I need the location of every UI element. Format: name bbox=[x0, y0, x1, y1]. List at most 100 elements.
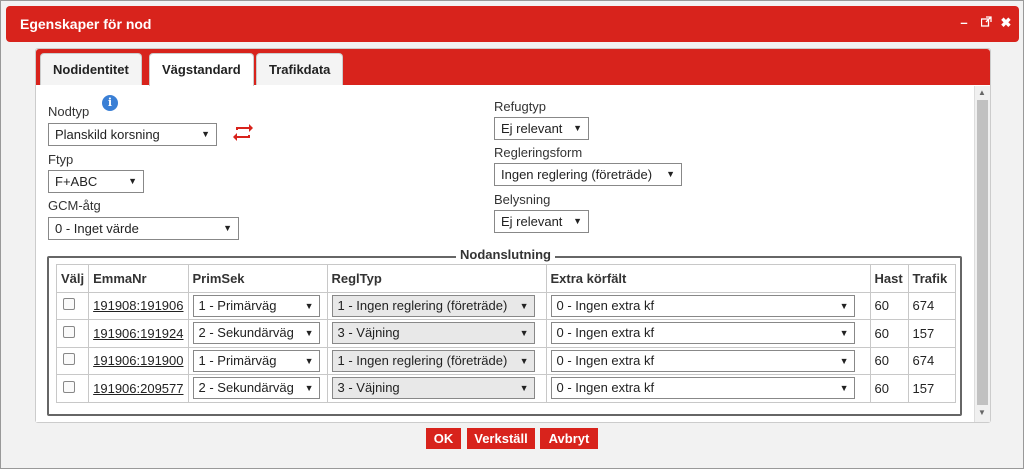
regltyp-select[interactable]: 1 - Ingen reglering (företräde) ▼ bbox=[331, 294, 535, 317]
trafik-cell: 674 bbox=[907, 291, 956, 320]
table-body: 191908:191906 1 - Primärväg ▼ 1 - Ingen r… bbox=[55, 291, 956, 403]
extra-korfalt-value: 0 - Ingen extra kf bbox=[556, 380, 655, 396]
extra-korfalt-value: 0 - Ingen extra kf bbox=[556, 325, 655, 341]
scrollbar-thumb[interactable] bbox=[977, 100, 988, 405]
regltyp-select[interactable]: 3 - Väjning ▼ bbox=[331, 377, 535, 400]
primsek-select[interactable]: 2 - Sekundärväg ▼ bbox=[192, 322, 320, 345]
chevron-down-icon: ▼ bbox=[304, 300, 314, 311]
row-checkbox[interactable] bbox=[63, 380, 75, 393]
hast-cell: 60 bbox=[869, 319, 909, 348]
gcm-label: GCM-åtg bbox=[48, 198, 101, 213]
nodtyp-value: Planskild korsning bbox=[55, 127, 160, 142]
emmanr-link[interactable]: 191906:209577 bbox=[93, 381, 183, 396]
tab-trafikdata[interactable]: Trafikdata bbox=[256, 53, 344, 85]
chevron-down-icon: ▼ bbox=[304, 328, 314, 339]
scroll-down-icon[interactable]: ▼ bbox=[978, 408, 986, 417]
col-primsek: PrimSek bbox=[187, 264, 328, 293]
chevron-down-icon: ▼ bbox=[839, 383, 849, 394]
ftyp-value: F+ABC bbox=[55, 174, 98, 189]
row-checkbox-cell bbox=[55, 346, 90, 375]
gcm-select[interactable]: 0 - Inget värde ▼ bbox=[48, 217, 239, 240]
chevron-down-icon: ▼ bbox=[573, 216, 582, 226]
trafik-cell: 674 bbox=[907, 346, 956, 375]
col-extra-korfalt: Extra körfält bbox=[545, 264, 871, 293]
chevron-down-icon: ▼ bbox=[128, 176, 137, 186]
row-checkbox[interactable] bbox=[63, 353, 75, 366]
table-row: 191906:191900 1 - Primärväg ▼ 1 - Ingen r… bbox=[55, 346, 956, 375]
primsek-select[interactable]: 1 - Primärväg ▼ bbox=[192, 349, 320, 372]
gcm-value: 0 - Inget värde bbox=[55, 221, 139, 236]
regleringsform-select[interactable]: Ingen reglering (företräde) ▼ bbox=[494, 163, 682, 186]
chevron-down-icon: ▼ bbox=[519, 383, 529, 394]
table-row: 191908:191906 1 - Primärväg ▼ 1 - Ingen r… bbox=[55, 291, 956, 320]
hast-cell: 60 bbox=[869, 291, 909, 320]
chevron-down-icon: ▼ bbox=[516, 295, 529, 316]
emmanr-link[interactable]: 191906:191924 bbox=[93, 326, 183, 341]
tab-nodidentitet[interactable]: Nodidentitet bbox=[40, 53, 142, 85]
tab-panel: Nodidentitet Vägstandard Trafikdata Nodt… bbox=[35, 48, 991, 423]
extra-korfalt-select[interactable]: 0 - Ingen extra kf ▼ bbox=[550, 322, 855, 345]
ok-button[interactable]: OK bbox=[426, 428, 461, 449]
ftyp-label: Ftyp bbox=[48, 152, 74, 167]
refugtyp-label: Refugtyp bbox=[494, 99, 547, 114]
swap-icon[interactable] bbox=[232, 124, 254, 144]
chevron-down-icon: ▼ bbox=[304, 383, 314, 394]
minimize-icon[interactable]: – bbox=[956, 14, 972, 32]
extra-korfalt-select[interactable]: 0 - Ingen extra kf ▼ bbox=[550, 377, 855, 400]
tab-bar: Nodidentitet Vägstandard Trafikdata bbox=[36, 49, 990, 86]
regltyp-value: 3 - Väjning bbox=[337, 380, 400, 396]
hast-cell: 60 bbox=[869, 374, 909, 403]
scroll-up-icon[interactable]: ▲ bbox=[978, 88, 986, 97]
table-header-row: Välj EmmaNr PrimSek ReglTyp Extra körfäl… bbox=[55, 264, 956, 293]
extra-korfalt-select[interactable]: 0 - Ingen extra kf ▼ bbox=[550, 294, 855, 317]
info-icon[interactable]: i bbox=[102, 95, 118, 111]
chevron-down-icon: ▼ bbox=[839, 328, 849, 339]
table-row: 191906:191924 2 - Sekundärväg ▼ 3 - Väjni… bbox=[55, 319, 956, 348]
table-row: 191906:209577 2 - Sekundärväg ▼ 3 - Väjni… bbox=[55, 374, 956, 403]
chevron-down-icon: ▼ bbox=[304, 355, 314, 366]
row-checkbox[interactable] bbox=[63, 325, 75, 338]
hast-cell: 60 bbox=[869, 346, 909, 375]
apply-button[interactable]: Verkställ bbox=[467, 428, 535, 449]
emmanr-link[interactable]: 191908:191906 bbox=[93, 298, 183, 313]
cancel-button[interactable]: Avbryt bbox=[540, 428, 598, 449]
belysning-label: Belysning bbox=[494, 192, 551, 207]
primsek-select[interactable]: 1 - Primärväg ▼ bbox=[192, 294, 320, 317]
primsek-value: 1 - Primärväg bbox=[198, 297, 277, 313]
regltyp-select[interactable]: 1 - Ingen reglering (företräde) ▼ bbox=[331, 349, 535, 372]
emmanr-link[interactable]: 191906:191900 bbox=[93, 353, 183, 368]
nodtyp-select[interactable]: Planskild korsning ▼ bbox=[48, 123, 217, 146]
primsek-select[interactable]: 2 - Sekundärväg ▼ bbox=[192, 377, 320, 400]
dialog-title: Egenskaper för nod bbox=[20, 16, 152, 32]
row-checkbox-cell bbox=[55, 319, 90, 348]
chevron-down-icon: ▼ bbox=[839, 300, 849, 311]
row-checkbox-cell bbox=[55, 374, 90, 403]
close-icon[interactable]: ✖ bbox=[998, 14, 1014, 32]
regltyp-value: 3 - Väjning bbox=[337, 325, 400, 341]
popout-icon[interactable] bbox=[978, 14, 994, 32]
belysning-value: Ej relevant bbox=[501, 214, 563, 229]
dialog-titlebar[interactable]: Egenskaper för nod – ✖ bbox=[6, 6, 1019, 42]
extra-korfalt-value: 0 - Ingen extra kf bbox=[556, 352, 655, 368]
col-hast: Hast bbox=[869, 264, 909, 293]
extra-korfalt-select[interactable]: 0 - Ingen extra kf ▼ bbox=[550, 349, 855, 372]
dialog-window: Egenskaper för nod – ✖ Nodidentitet Vägs… bbox=[0, 0, 1024, 469]
chevron-down-icon: ▼ bbox=[223, 223, 232, 233]
tab-vagstandard[interactable]: Vägstandard bbox=[149, 53, 254, 86]
trafik-cell: 157 bbox=[907, 374, 956, 403]
vertical-scrollbar[interactable]: ▲ ▼ bbox=[974, 86, 990, 422]
regltyp-select[interactable]: 3 - Väjning ▼ bbox=[331, 322, 535, 345]
row-checkbox[interactable] bbox=[63, 298, 75, 311]
row-checkbox-cell bbox=[55, 291, 90, 320]
refugtyp-select[interactable]: Ej relevant ▼ bbox=[494, 117, 589, 140]
regleringsform-value: Ingen reglering (företräde) bbox=[501, 167, 653, 182]
belysning-select[interactable]: Ej relevant ▼ bbox=[494, 210, 589, 233]
regltyp-value: 1 - Ingen reglering (företräde) bbox=[337, 352, 508, 368]
ftyp-select[interactable]: F+ABC ▼ bbox=[48, 170, 144, 193]
chevron-down-icon: ▼ bbox=[666, 169, 675, 179]
col-regltyp: ReglTyp bbox=[326, 264, 547, 293]
chevron-down-icon: ▼ bbox=[839, 355, 849, 366]
primsek-value: 2 - Sekundärväg bbox=[198, 380, 294, 396]
nodanslutning-table: Välj EmmaNr PrimSek ReglTyp Extra körfäl… bbox=[55, 264, 956, 403]
refugtyp-value: Ej relevant bbox=[501, 121, 563, 136]
